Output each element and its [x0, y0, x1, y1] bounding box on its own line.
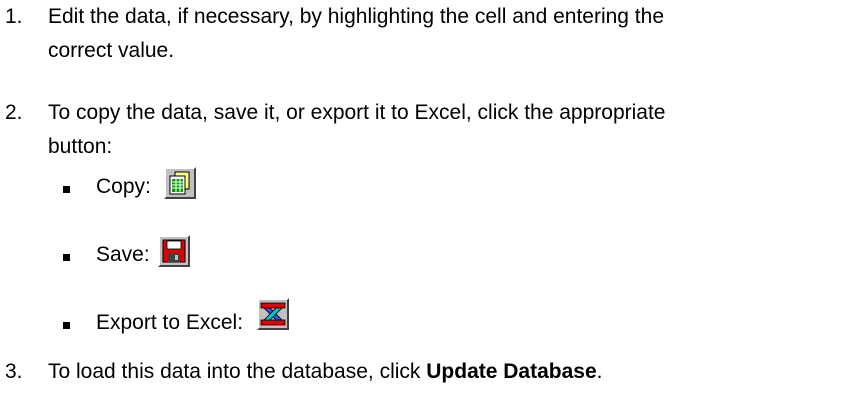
bullet-marker [63, 254, 70, 261]
step-number: 1. [5, 5, 23, 28]
step-number: 2. [5, 101, 23, 124]
save-icon [162, 239, 186, 263]
step-number: 3. [5, 360, 23, 383]
bullet-label: Copy: [96, 175, 151, 198]
step-text: To copy the data, save it, or export it … [48, 101, 666, 158]
bullet-marker [63, 322, 70, 329]
excel-export-button[interactable] [257, 298, 289, 330]
excel-export-icon [260, 302, 286, 326]
save-button[interactable] [158, 235, 190, 267]
copy-button[interactable] [164, 167, 196, 199]
update-database-label: Update Database [426, 360, 597, 383]
step-text: Edit the data, if necessary, by highligh… [48, 5, 665, 62]
step-text: To load this data into the database, cli… [48, 360, 603, 383]
bullet-save: Save: [0, 232, 852, 272]
bullet-copy: Copy: [0, 164, 852, 204]
bullet-label: Export to Excel: [96, 311, 244, 334]
bullet-label: Save: [96, 243, 150, 266]
bullet-export-excel: Export to Excel: [0, 298, 852, 340]
copy-icon [169, 171, 190, 195]
bullet-marker [63, 186, 70, 193]
